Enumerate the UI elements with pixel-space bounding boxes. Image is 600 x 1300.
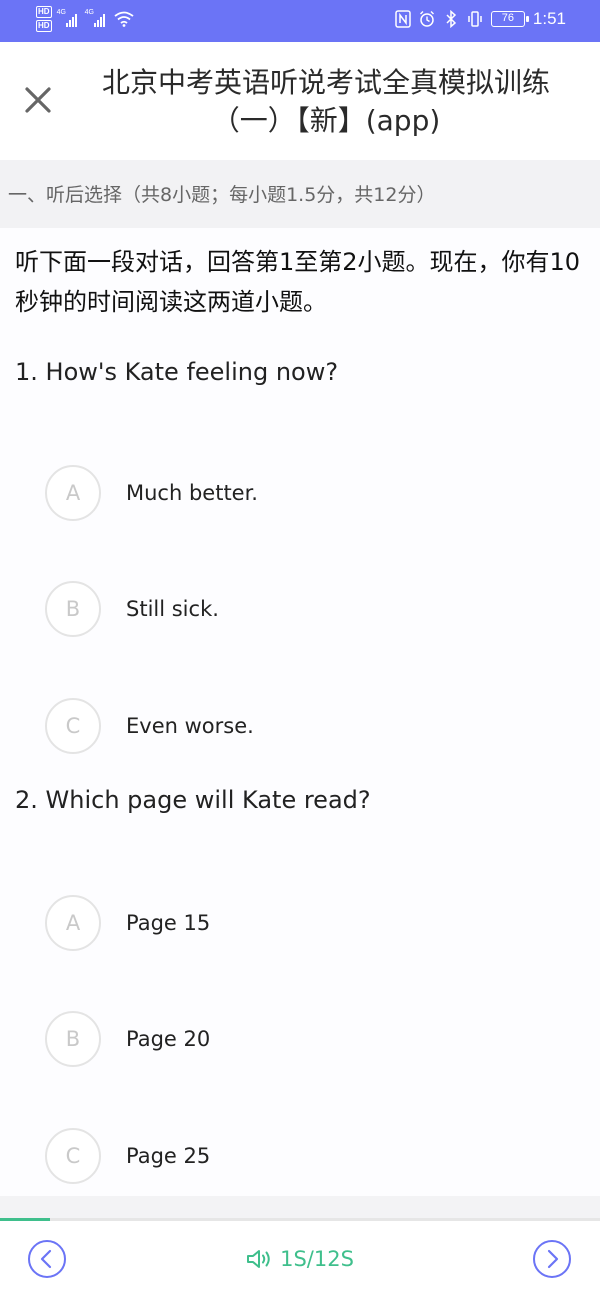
nfc-icon bbox=[395, 10, 411, 28]
page-title: 北京中考英语听说考试全真模拟训练（一）【新】(app) bbox=[101, 66, 550, 137]
header: 北京中考英语听说考试全真模拟训练（一）【新】(app) bbox=[0, 42, 600, 160]
option-text: Page 25 bbox=[126, 1144, 211, 1168]
question-2-text: 2. Which page will Kate read? bbox=[15, 786, 371, 814]
option-letter-badge: A bbox=[45, 895, 101, 951]
section-label: 一、听后选择（共8小题；每小题1.5分，共12分） bbox=[8, 184, 436, 206]
wifi-icon bbox=[114, 11, 134, 27]
question-content: 听下面一段对话，回答第1至第2小题。现在，你有10秒钟的时间阅读这两道小题。 1… bbox=[0, 228, 600, 1196]
q2-option-b[interactable]: B Page 20 bbox=[45, 1010, 545, 1068]
q1-option-b[interactable]: B Still sick. bbox=[45, 580, 545, 638]
network-type-label: 4G bbox=[56, 9, 66, 16]
option-letter-badge: B bbox=[45, 1011, 101, 1067]
status-time: 1:51 bbox=[532, 9, 566, 28]
vibrate-icon bbox=[468, 11, 482, 27]
timer-text: 1S/12S bbox=[280, 1247, 354, 1271]
option-letter-badge: C bbox=[45, 1128, 101, 1184]
hd-badge: HD bbox=[36, 20, 52, 32]
option-text: Page 15 bbox=[126, 911, 211, 935]
q1-option-a[interactable]: A Much better. bbox=[45, 464, 545, 522]
q2-option-a[interactable]: A Page 15 bbox=[45, 894, 545, 952]
section-header: 一、听后选择（共8小题；每小题1.5分，共12分） bbox=[0, 160, 600, 228]
option-letter-badge: B bbox=[45, 581, 101, 637]
option-text: Still sick. bbox=[126, 597, 219, 621]
bottom-divider bbox=[0, 1196, 600, 1218]
option-text: Page 20 bbox=[126, 1027, 211, 1051]
network-type-label: 4G bbox=[84, 9, 94, 16]
option-letter-badge: A bbox=[45, 465, 101, 521]
battery-level: 76 bbox=[501, 12, 515, 24]
q2-option-c[interactable]: C Page 25 bbox=[45, 1127, 545, 1185]
signal-icon: 4G bbox=[84, 9, 108, 27]
speaker-icon bbox=[247, 1250, 270, 1268]
next-button[interactable] bbox=[532, 1239, 572, 1279]
q1-option-c[interactable]: C Even worse. bbox=[45, 697, 545, 755]
question-1-text: 1. How's Kate feeling now? bbox=[15, 358, 339, 386]
option-text: Even worse. bbox=[126, 714, 254, 738]
bluetooth-icon bbox=[446, 10, 457, 28]
status-right: 76 1:51 bbox=[395, 9, 566, 29]
app-root: HD HD 4G 4G 76 1:51 北京中考英语听说考试全真模拟训练（一）【… bbox=[0, 0, 600, 1300]
bottom-bar: 1S/12S bbox=[0, 1221, 600, 1300]
close-icon[interactable] bbox=[20, 82, 56, 118]
option-text: Much better. bbox=[126, 481, 258, 505]
option-letter-badge: C bbox=[45, 698, 101, 754]
battery-icon: 76 bbox=[490, 11, 529, 27]
signal-icon: 4G bbox=[56, 9, 80, 27]
intro-instructions: 听下面一段对话，回答第1至第2小题。现在，你有10秒钟的时间阅读这两道小题。 bbox=[15, 248, 581, 316]
alarm-icon bbox=[419, 11, 434, 27]
hd-badge: HD bbox=[36, 6, 52, 18]
hd-indicators: HD HD bbox=[36, 6, 52, 32]
audio-timer: 1S/12S bbox=[0, 1247, 600, 1271]
status-bar: HD HD 4G 4G 76 1:51 bbox=[0, 0, 600, 42]
status-left: HD HD 4G 4G bbox=[36, 6, 134, 32]
